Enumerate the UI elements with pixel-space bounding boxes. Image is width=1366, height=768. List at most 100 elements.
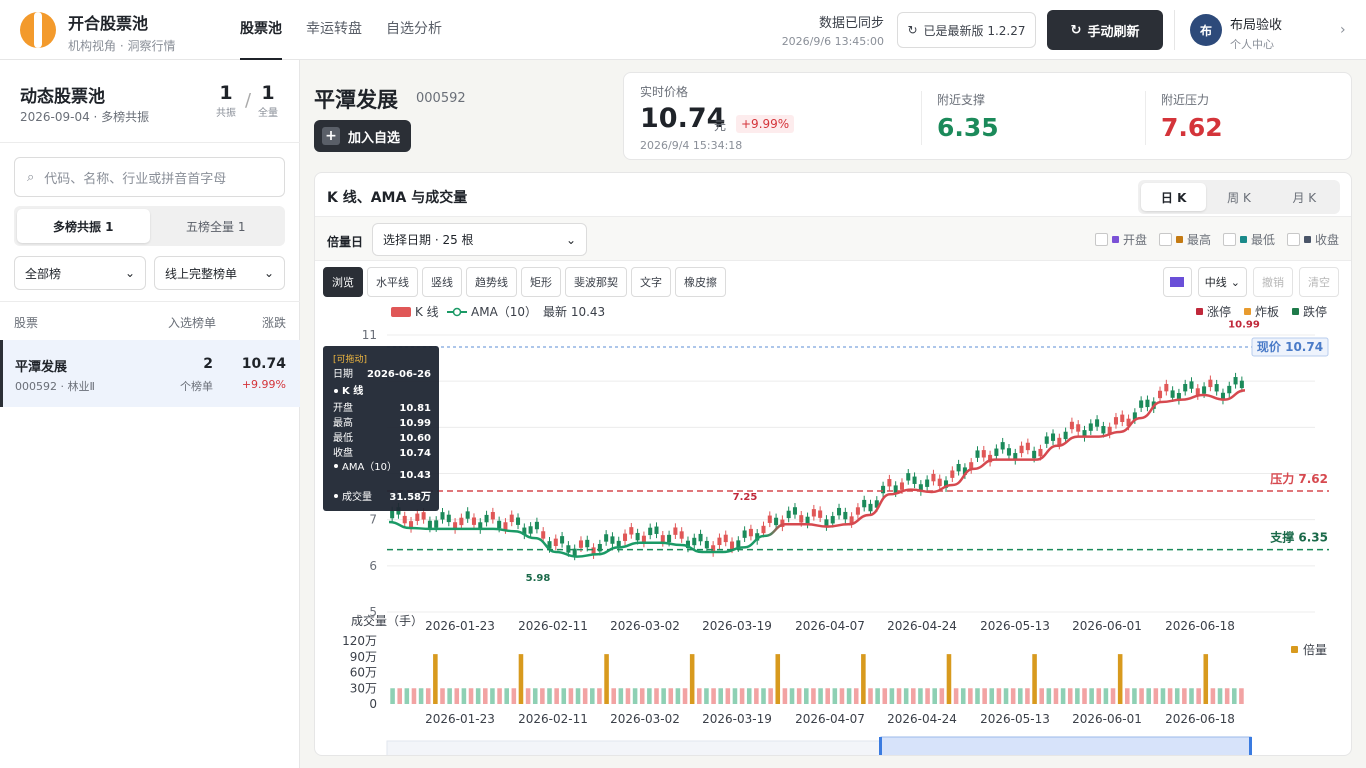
candle: [434, 520, 439, 528]
candle: [1170, 390, 1175, 398]
segment-multi-list[interactable]: 多榜共振 1: [17, 209, 150, 243]
volume-bar: [811, 688, 816, 704]
search-input[interactable]: ⌕ 代码、名称、行业或拼音首字母: [14, 157, 285, 197]
volume-bar: [1224, 688, 1230, 704]
pool-segment-control: 多榜共振 1 五榜全量 1: [14, 206, 285, 246]
candle: [1120, 414, 1125, 422]
double-volume-legend: 倍量: [1303, 642, 1327, 657]
x-tick-label: 2026-06-01: [1072, 619, 1142, 633]
volume-bar: [1032, 654, 1037, 704]
table-row[interactable]: 平潭发展 000592 · 林业Ⅱ 2 个榜单 10.74 +9.99%: [0, 340, 300, 407]
candle: [509, 514, 514, 523]
volume-bar: [590, 688, 595, 704]
tooltip-vol-label: 成交量: [342, 490, 372, 503]
volume-bar: [818, 688, 823, 704]
candle: [799, 515, 804, 523]
volume-bar: [918, 688, 923, 704]
volume-x-tick-label: 2026-03-19: [702, 712, 772, 726]
volume-bar: [889, 688, 895, 704]
candle: [604, 534, 609, 542]
volume-bar: [1003, 688, 1009, 704]
chevron-right-icon[interactable]: ›: [1340, 22, 1346, 38]
refresh-small-icon: ↻: [907, 23, 918, 37]
candle: [1113, 417, 1118, 425]
volume-bar: [504, 688, 509, 704]
candle: [906, 473, 911, 481]
row-stock-code: 000592 · 林业Ⅱ: [15, 380, 95, 393]
limit-legend-swatch: [1292, 308, 1299, 315]
version-button[interactable]: ↻ 已是最新版 1.2.27: [897, 12, 1036, 48]
price-time: 2026/9/4 15:34:18: [640, 139, 743, 152]
candle: [1189, 381, 1194, 389]
board-filter-select[interactable]: 全部榜 ⌄: [14, 256, 146, 290]
tooltip-row-label: 开盘: [333, 401, 353, 414]
volume-bar: [418, 688, 424, 704]
legend-ama: AMA（10）: [471, 305, 537, 319]
candle: [503, 522, 508, 530]
volume-bar: [468, 688, 474, 704]
candle: [730, 541, 735, 549]
zoom-slider[interactable]: [386, 736, 1252, 756]
nav-stock-pool[interactable]: 股票池: [240, 0, 282, 60]
list-filter-select[interactable]: 线上完整榜单 ⌄: [154, 256, 285, 290]
sync-status: 数据已同步 2026/9/6 13:45:00: [782, 12, 884, 48]
resonance-count: 1 共振: [216, 82, 236, 119]
manual-refresh-button[interactable]: ↻ 手动刷新: [1047, 10, 1163, 50]
volume-bar: [1117, 654, 1123, 704]
quote-divider: [921, 91, 922, 145]
candle: [572, 548, 577, 557]
top-bar: 开合股票池 机构视角 · 洞察行情 股票池 幸运转盘 自选分析 数据已同步 20…: [0, 0, 1366, 60]
sidebar-divider: [0, 142, 300, 143]
volume-bar: [1060, 688, 1066, 704]
volume-bar: [789, 688, 795, 704]
tooltip-series-dot: [334, 389, 338, 393]
volume-bar: [718, 688, 723, 704]
volume-bar: [1039, 688, 1044, 704]
candle: [742, 530, 747, 538]
candle: [1044, 436, 1049, 444]
candle: [660, 535, 665, 543]
brand: 开合股票池 机构视角 · 洞察行情: [68, 10, 175, 54]
add-watchlist-button[interactable]: + 加入自选: [314, 120, 411, 152]
volume-x-tick-label: 2026-06-01: [1072, 712, 1142, 726]
volume-y-tick-label: 120万: [342, 634, 377, 648]
support-line-label: 支撑 6.35: [1269, 530, 1328, 545]
volume-bar: [654, 688, 659, 704]
candle: [843, 511, 848, 520]
volume-bar: [875, 688, 880, 704]
volume-y-tick-label: 60万: [350, 666, 377, 680]
volume-bar: [1217, 688, 1223, 704]
volume-bar: [1232, 688, 1237, 704]
main-nav: 股票池 幸运转盘 自选分析: [240, 0, 442, 60]
brand-logo-icon[interactable]: [20, 12, 56, 48]
candle: [1000, 442, 1005, 450]
limit-legend-swatch: [1244, 308, 1251, 315]
avatar[interactable]: 布: [1190, 14, 1222, 46]
volume-bar: [1239, 688, 1244, 704]
nav-lucky-wheel[interactable]: 幸运转盘: [306, 0, 362, 60]
kline-chart[interactable]: 11765K 线 AMA（10） 最新 10.43 涨停 炸板 跌停压力 7.62支撑 6…: [315, 173, 1352, 756]
legend-ama-marker: [452, 307, 462, 317]
nav-watchlist-analysis[interactable]: 自选分析: [386, 0, 442, 60]
candle: [881, 485, 886, 494]
annotation-label: 5.98: [526, 573, 551, 584]
candle: [421, 512, 426, 520]
segment-five-list[interactable]: 五榜全量 1: [150, 209, 283, 243]
volume-bar: [896, 688, 902, 704]
candle: [1019, 445, 1024, 454]
candle: [925, 479, 930, 487]
plus-icon: +: [322, 127, 340, 145]
candle: [887, 479, 892, 487]
volume-bar: [411, 688, 417, 704]
candle: [534, 521, 539, 530]
candle: [1051, 433, 1056, 441]
volume-bar: [532, 688, 538, 704]
y-tick-label: 6: [369, 559, 377, 573]
volume-bar: [611, 688, 616, 704]
volume-bar: [1189, 688, 1194, 704]
candle: [667, 534, 672, 543]
brand-subtitle: 机构视角 · 洞察行情: [68, 39, 176, 53]
user-menu[interactable]: 布局验收 个人中心: [1230, 14, 1282, 52]
tooltip-vol-dot: [334, 494, 338, 498]
volume-bar: [397, 688, 402, 704]
